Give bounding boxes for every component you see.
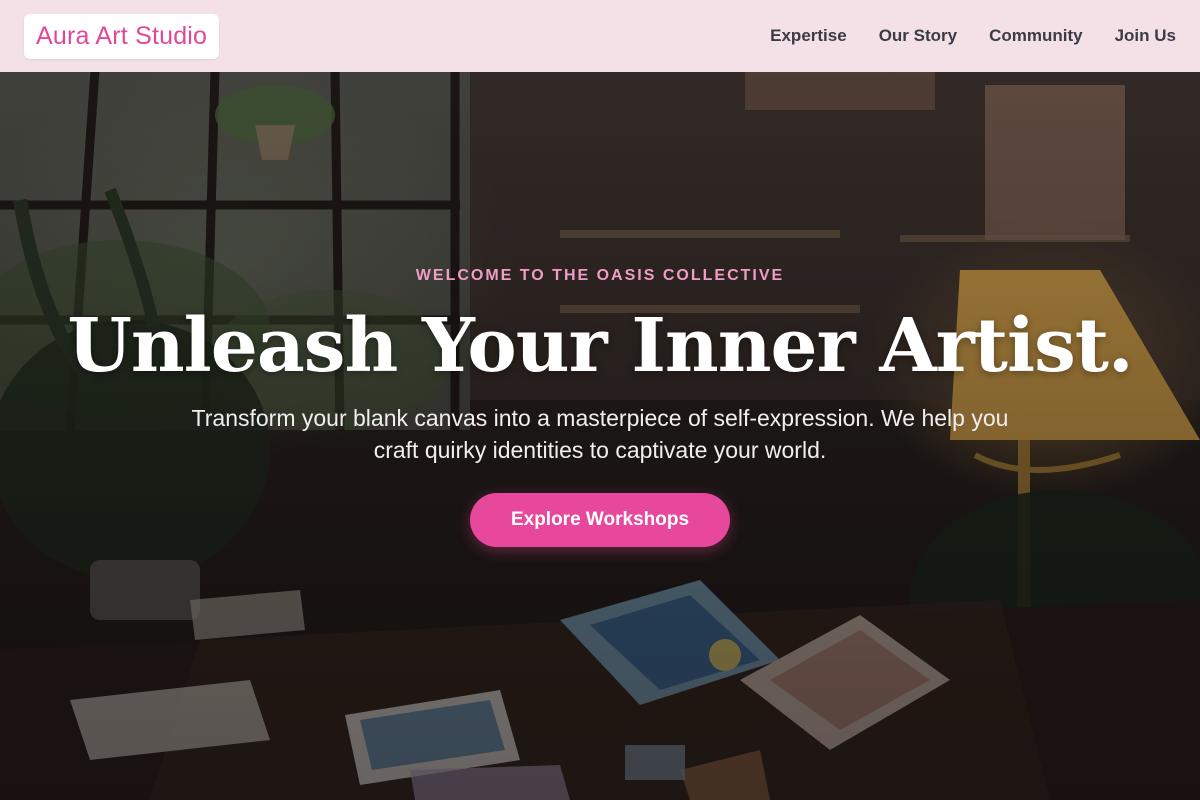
nav-link-join-us[interactable]: Join Us	[1115, 26, 1176, 46]
explore-workshops-button[interactable]: Explore Workshops	[470, 493, 730, 547]
hero-eyebrow: WELCOME TO THE OASIS COLLECTIVE	[415, 267, 785, 284]
primary-nav: Expertise Our Story Community Join Us	[770, 26, 1176, 46]
brand-logo[interactable]: Aura Art Studio	[24, 13, 220, 59]
hero-subtext: Transform your blank canvas into a maste…	[191, 405, 1009, 463]
hero-section: WELCOME TO THE OASIS COLLECTIVE Unleash …	[0, 0, 1200, 800]
nav-link-expertise[interactable]: Expertise	[770, 26, 847, 46]
nav-link-community[interactable]: Community	[989, 26, 1083, 46]
top-navbar: Aura Art Studio Expertise Our Story Comm…	[0, 0, 1200, 72]
hero-headline: Unleash Your Inner Artist.	[67, 303, 1133, 389]
nav-link-our-story[interactable]: Our Story	[879, 26, 957, 46]
